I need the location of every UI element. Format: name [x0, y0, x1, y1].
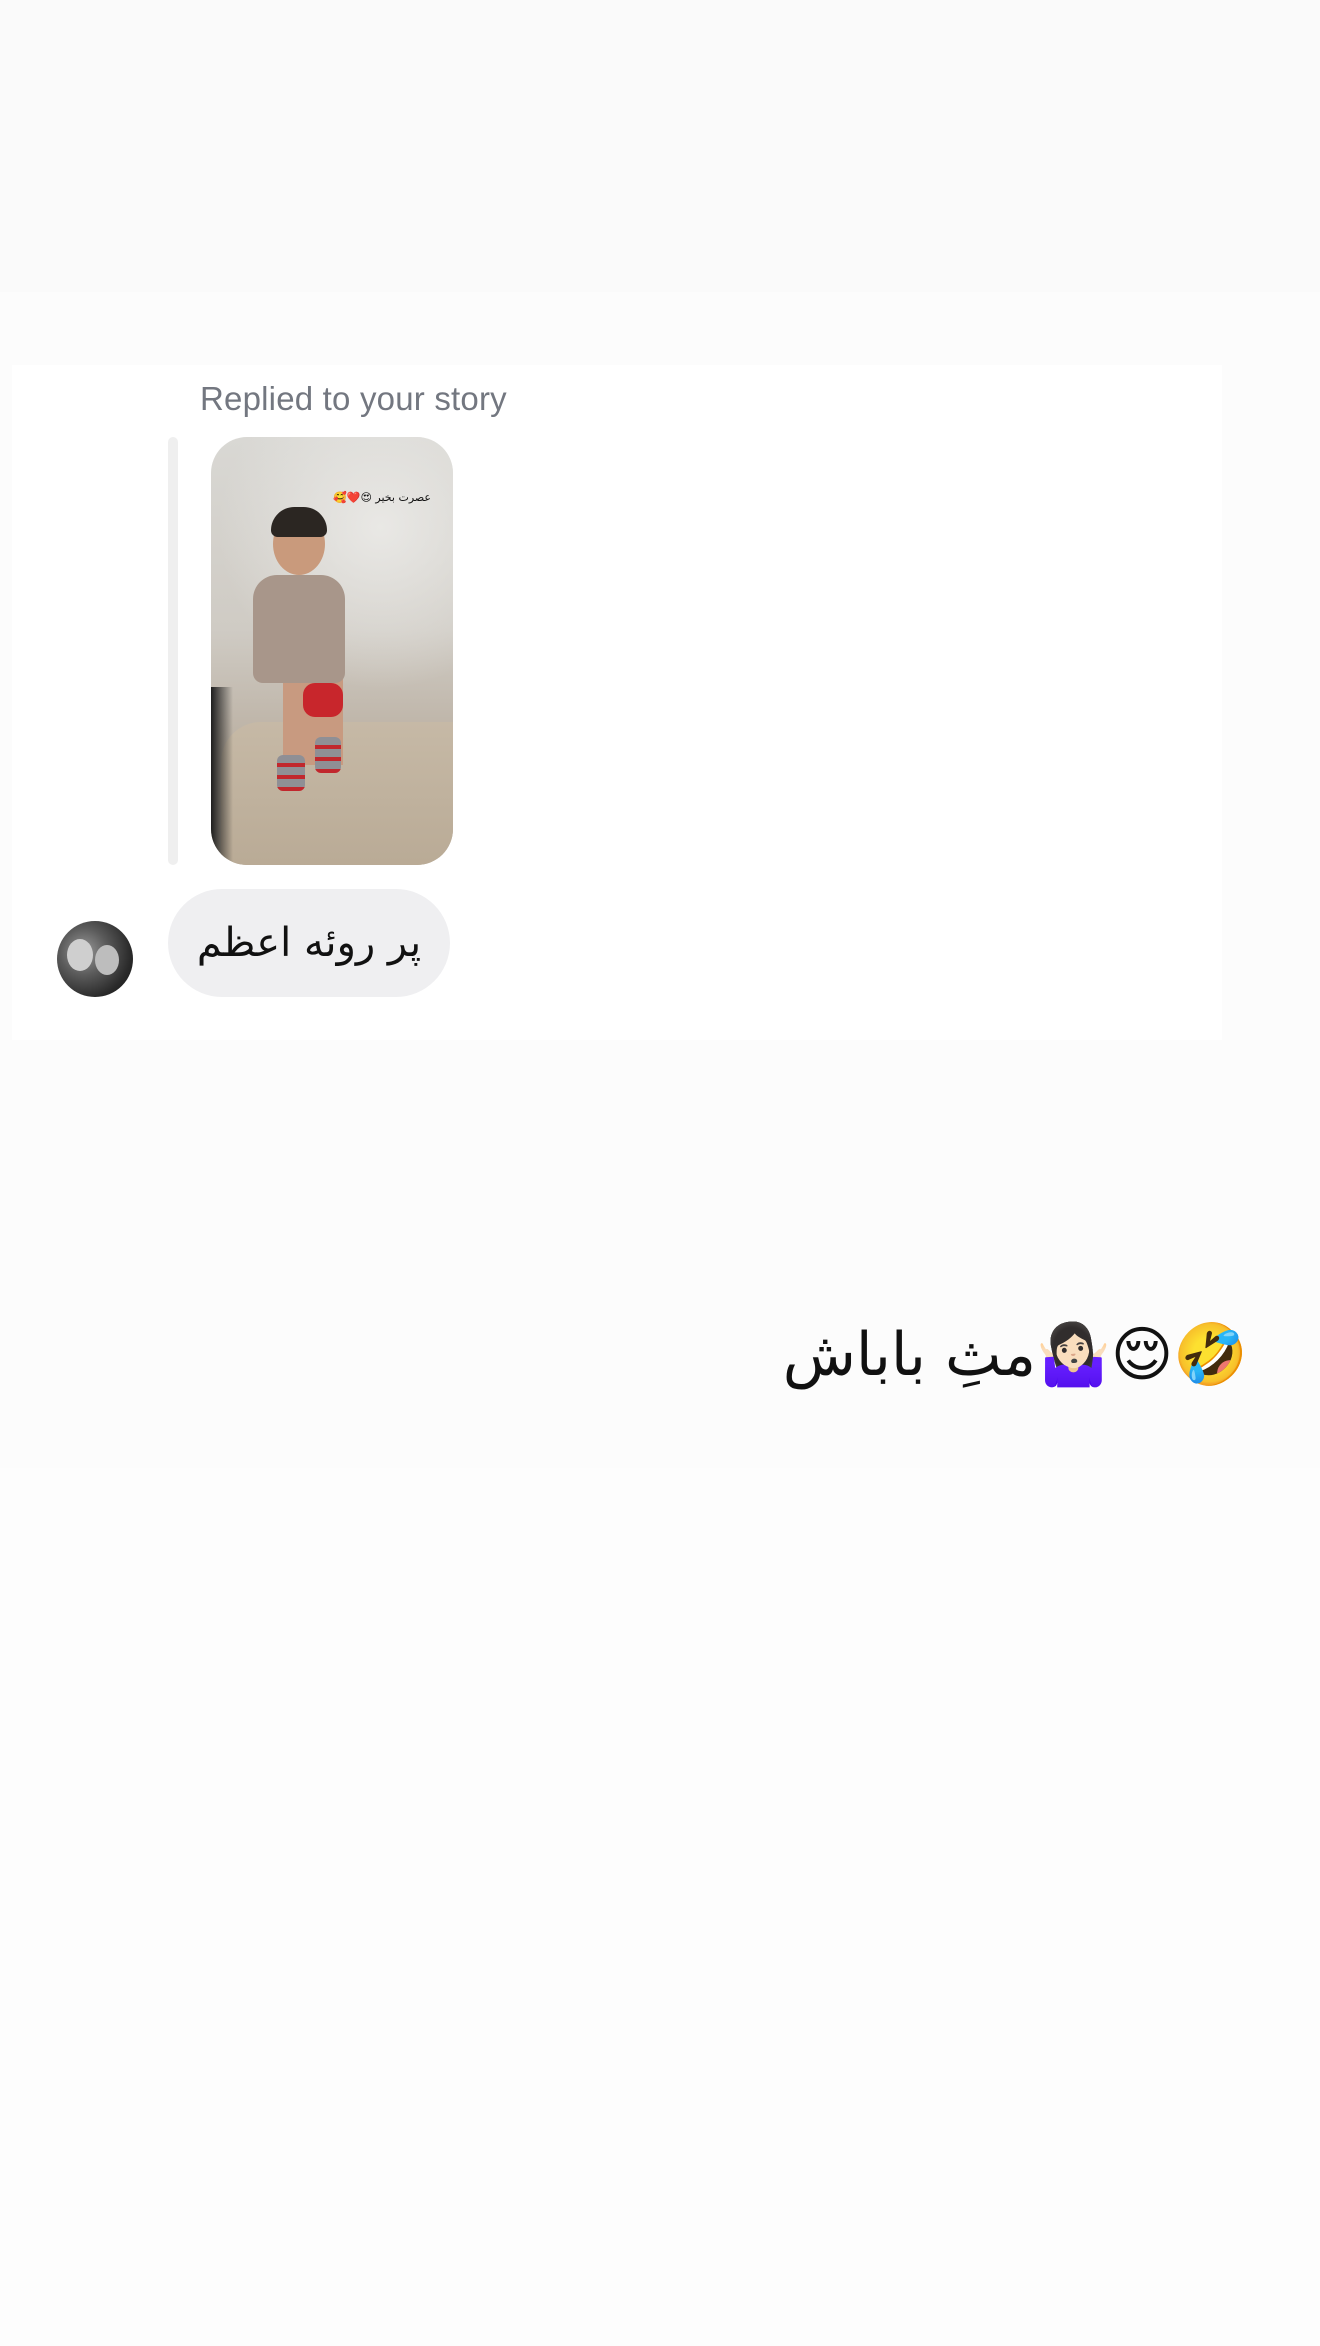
story-caption: عصرت بخیر 😍❤️🥰	[333, 491, 431, 504]
replied-to-story-label: Replied to your story	[200, 380, 507, 417]
story-shadow	[211, 687, 233, 865]
story-child-hair	[271, 507, 327, 537]
quote-bar	[168, 437, 178, 865]
incoming-message-bubble[interactable]: پر روئه اعظم	[168, 889, 450, 997]
story-child-body	[253, 575, 345, 683]
outgoing-message-text[interactable]: مثِ باباش🤷🏻‍♀️😌🤣	[783, 1310, 1248, 1400]
top-blank-area	[0, 0, 1320, 292]
avatar-face-2	[95, 945, 119, 975]
sender-avatar[interactable]	[57, 921, 133, 997]
story-toy	[303, 683, 343, 717]
incoming-message-text: پر روئه اعظم	[196, 920, 422, 966]
story-thumbnail[interactable]: عصرت بخیر 😍❤️🥰	[211, 437, 453, 865]
avatar-face-1	[67, 939, 93, 971]
story-sock-right	[315, 737, 341, 773]
story-sock-left	[277, 755, 305, 791]
